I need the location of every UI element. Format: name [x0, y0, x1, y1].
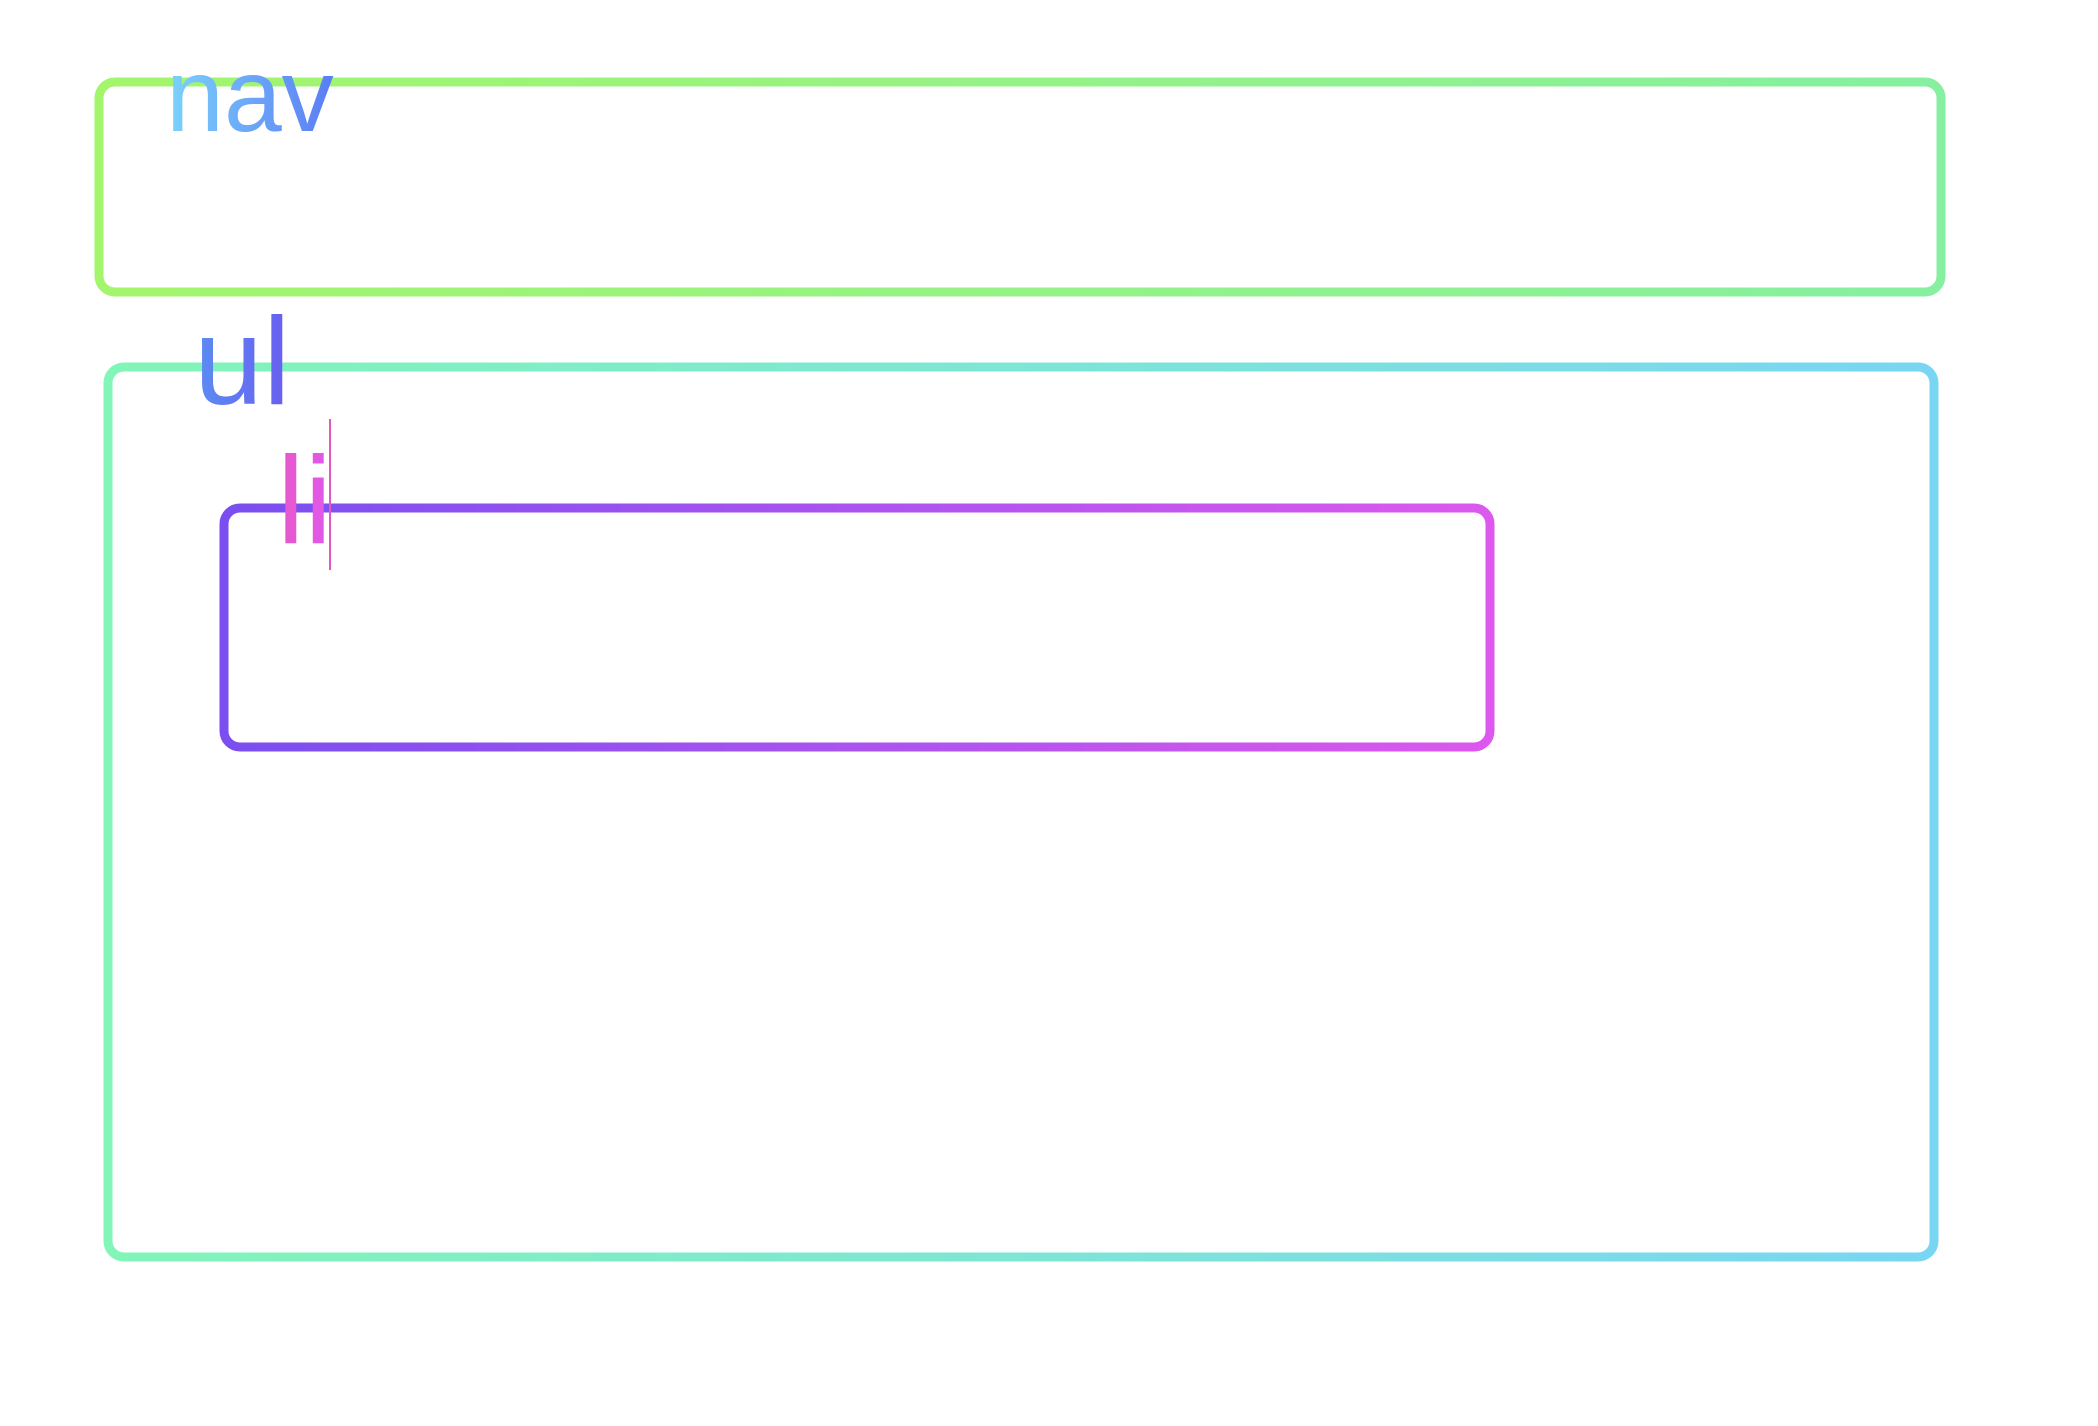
nav-box-border	[94, 77, 1946, 297]
ul-label: ul	[194, 293, 291, 431]
li-box-border	[219, 503, 1495, 752]
nav-label: nav	[166, 38, 334, 154]
nav-element-box: nav	[94, 38, 1946, 297]
ul-box-border	[103, 362, 1939, 1262]
li-element-box: li	[219, 419, 1495, 752]
ul-element-box: ul li	[103, 293, 1939, 1262]
diagram-canvas: nav ul li	[94, 38, 1946, 1262]
li-label: li	[277, 432, 332, 570]
